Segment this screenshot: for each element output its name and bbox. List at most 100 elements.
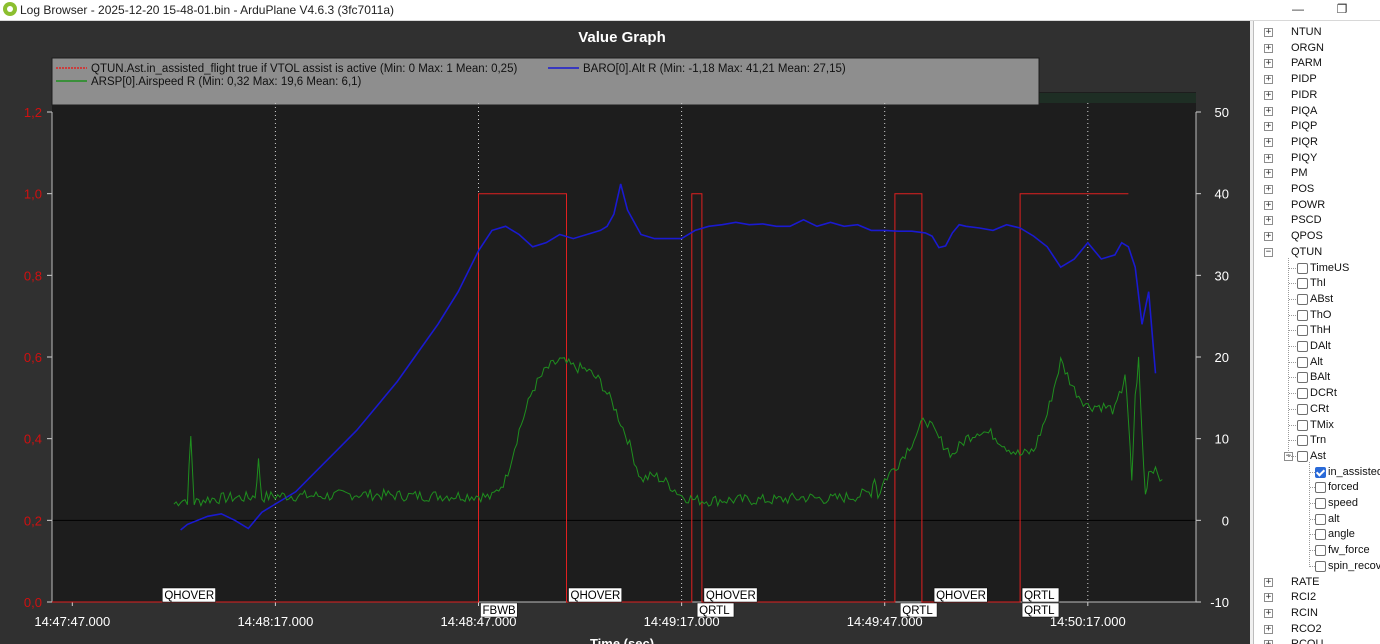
tree-connector-branch: [1289, 440, 1296, 442]
expand-icon[interactable]: +: [1264, 106, 1273, 116]
expand-icon[interactable]: +: [1264, 593, 1273, 603]
tree-item-rate[interactable]: + RATE: [1254, 575, 1380, 590]
tree-item-spin-recovery[interactable]: spin_recovery: [1254, 559, 1380, 574]
expand-icon[interactable]: +: [1264, 28, 1273, 37]
expand-icon[interactable]: +: [1264, 75, 1273, 85]
expand-icon[interactable]: +: [1264, 43, 1273, 53]
mode-label-qhover: QHOVER: [706, 590, 756, 602]
tree-item-dcrt[interactable]: DCRt: [1254, 386, 1380, 401]
checkbox[interactable]: [1297, 341, 1308, 352]
tree-item-orgn[interactable]: + ORGN: [1254, 41, 1380, 56]
tree-item-qtun[interactable]: − QTUN: [1254, 245, 1380, 260]
tree-item-speed[interactable]: speed: [1254, 496, 1380, 511]
tree-item-label: POWR: [1291, 198, 1326, 211]
expand-icon[interactable]: −: [1264, 247, 1273, 257]
expand-icon[interactable]: +: [1264, 216, 1273, 226]
checkbox[interactable]: [1297, 356, 1308, 368]
log-tree-panel[interactable]: + NTUN + ORGN + PARM + PIDP + PIDR + PIQA + PIQP + PIQR…: [1253, 21, 1380, 644]
checkbox[interactable]: [1315, 498, 1326, 509]
expand-icon[interactable]: +: [1264, 90, 1273, 100]
y-right-tick-label: 40: [1215, 187, 1229, 202]
tree-item-pos[interactable]: + POS: [1254, 182, 1380, 197]
tree-item-timeus[interactable]: TimeUS: [1254, 261, 1380, 276]
tree-item-tmix[interactable]: TMix: [1254, 418, 1380, 433]
tree-item-pm[interactable]: + PM: [1254, 166, 1380, 181]
tree-item-piqa[interactable]: + PIQA: [1254, 104, 1380, 119]
tree-item-rci2[interactable]: + RCI2: [1254, 590, 1380, 605]
expand-icon[interactable]: +: [1264, 153, 1273, 163]
tree-item-in-assisted-flight[interactable]: in_assisted_flight: [1254, 465, 1380, 480]
expand-icon[interactable]: +: [1264, 185, 1273, 194]
mode-label-qrtl: QRTL: [1024, 590, 1055, 602]
mode-label-qhover: QHOVER: [571, 590, 621, 602]
expand-icon[interactable]: +: [1264, 169, 1273, 179]
tree-item-pidp[interactable]: + PIDP: [1254, 72, 1380, 87]
tree-item-ntun[interactable]: + NTUN: [1254, 25, 1380, 40]
checkbox[interactable]: [1297, 419, 1308, 431]
checkbox[interactable]: [1297, 435, 1308, 447]
tree-item-rco2[interactable]: + RCO2: [1254, 622, 1380, 637]
checkbox[interactable]: [1297, 450, 1308, 462]
tree-item-qpos[interactable]: + QPOS: [1254, 229, 1380, 244]
tree-item-label: Ast: [1310, 449, 1326, 462]
checkbox[interactable]: [1315, 466, 1326, 478]
tree-item-alt[interactable]: alt: [1254, 512, 1380, 527]
minimize-button[interactable]: —: [1276, 0, 1320, 20]
checkbox[interactable]: [1297, 325, 1308, 337]
checkbox[interactable]: [1315, 529, 1326, 541]
expand-icon[interactable]: +: [1264, 577, 1273, 587]
tree-item-parm[interactable]: + PARM: [1254, 56, 1380, 71]
tree-item-piqr[interactable]: + PIQR: [1254, 135, 1380, 150]
tree-item-piqp[interactable]: + PIQP: [1254, 119, 1380, 134]
tree-item-pidr[interactable]: + PIDR: [1254, 88, 1380, 103]
expand-icon[interactable]: +: [1264, 640, 1273, 644]
maximize-button[interactable]: ❐: [1320, 0, 1364, 20]
tree-item-forced[interactable]: forced: [1254, 480, 1380, 495]
tree-item-piqy[interactable]: + PIQY: [1254, 151, 1380, 166]
expand-icon[interactable]: +: [1264, 232, 1273, 242]
checkbox[interactable]: [1297, 293, 1308, 305]
checkbox[interactable]: [1315, 513, 1326, 525]
value-graph-chart[interactable]: Value Graph QTUN.Ast.in_assisted_flight t…: [0, 21, 1250, 644]
tree-item-pscd[interactable]: + PSCD: [1254, 213, 1380, 228]
expand-icon[interactable]: +: [1264, 122, 1273, 132]
tree-item-balt[interactable]: BAlt: [1254, 370, 1380, 385]
mode-label-qrtl: QRTL: [699, 605, 730, 617]
tree-item-thh[interactable]: ThH: [1254, 323, 1380, 338]
expand-icon[interactable]: +: [1264, 137, 1273, 147]
expand-icon[interactable]: +: [1264, 608, 1273, 618]
tree-item-tho[interactable]: ThO: [1254, 308, 1380, 323]
tree-item-trn[interactable]: Trn: [1254, 433, 1380, 448]
y-left-tick-label: 0,6: [24, 350, 42, 365]
expand-icon[interactable]: +: [1264, 200, 1273, 210]
checkbox[interactable]: [1315, 545, 1326, 557]
tree-item-crt[interactable]: CRt: [1254, 402, 1380, 417]
legend-label-1: BARO[0].Alt R (Min: -1,18 Max: 41,21 Mea…: [583, 63, 846, 75]
tree-item-alt[interactable]: Alt: [1254, 355, 1380, 370]
tree-item-powr[interactable]: + POWR: [1254, 198, 1380, 213]
tree-item-rcin[interactable]: + RCIN: [1254, 606, 1380, 621]
tree-item-rcou[interactable]: + RCOU: [1254, 637, 1380, 644]
checkbox[interactable]: [1297, 388, 1308, 400]
x-tick-label: 14:50:17.000: [1050, 614, 1126, 629]
checkbox[interactable]: [1297, 309, 1308, 321]
tree-item-angle[interactable]: angle: [1254, 527, 1380, 542]
mode-label-qhover: QHOVER: [936, 590, 986, 602]
tree-item-label: RCOU: [1291, 637, 1323, 644]
expand-icon[interactable]: +: [1264, 624, 1273, 634]
tree-item-thi[interactable]: ThI: [1254, 276, 1380, 291]
value-graph-panel[interactable]: Value Graph QTUN.Ast.in_assisted_flight t…: [0, 21, 1250, 644]
tree-item-dalt[interactable]: DAlt: [1254, 339, 1380, 354]
tree-item-ast[interactable]: − Ast: [1254, 449, 1380, 464]
checkbox[interactable]: [1297, 262, 1308, 274]
tree-connector-branch: [1289, 298, 1296, 300]
tree-item-fw-force[interactable]: fw_force: [1254, 543, 1380, 558]
expand-icon[interactable]: +: [1264, 59, 1273, 69]
tree-item-abst[interactable]: ABst: [1254, 292, 1380, 307]
checkbox[interactable]: [1315, 560, 1326, 572]
checkbox[interactable]: [1297, 278, 1308, 290]
tree-item-label: angle: [1328, 528, 1355, 541]
checkbox[interactable]: [1297, 403, 1308, 415]
checkbox[interactable]: [1297, 372, 1308, 384]
checkbox[interactable]: [1315, 482, 1326, 494]
